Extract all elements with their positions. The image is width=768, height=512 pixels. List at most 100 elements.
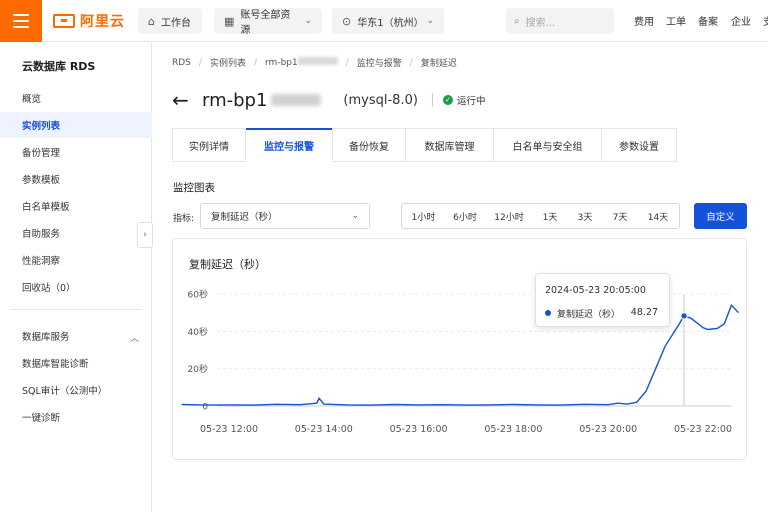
breadcrumb-monitoring[interactable]: 监控与报警 — [357, 56, 402, 69]
location-icon: ⊙ — [342, 14, 352, 28]
back-arrow-icon[interactable]: ← — [172, 88, 192, 112]
tab-parameters[interactable]: 参数设置 — [602, 128, 677, 162]
range-12h[interactable]: 12小时 — [485, 204, 533, 228]
time-range-group: 1小时 6小时 12小时 1天 3天 7天 14天 — [401, 203, 680, 229]
breadcrumb-instances[interactable]: 实例列表 — [210, 56, 246, 69]
nav-filing[interactable]: 备案 — [698, 13, 718, 28]
chevron-right-icon: › — [143, 230, 147, 240]
breadcrumb: RDS / 实例列表 / rm-bp1 / 监控与报警 / 复制延迟 — [172, 56, 457, 69]
menu-icon[interactable] — [0, 0, 42, 42]
breadcrumb-separator: / — [345, 57, 349, 68]
sidebar-item-one-click-diagnosis[interactable]: 一键诊断 — [0, 404, 152, 430]
divider — [431, 93, 433, 107]
tab-database-management[interactable]: 数据库管理 — [406, 128, 494, 162]
aliyun-logo[interactable]: 阿里云 — [53, 10, 125, 32]
chart-tooltip: 2024-05-23 20:05:00 复制延迟（秒） 48.27 — [535, 273, 670, 327]
breadcrumb-instance[interactable]: rm-bp1 — [265, 57, 338, 68]
range-1h[interactable]: 1小时 — [402, 204, 445, 228]
sidebar-item-performance[interactable]: 性能洞察 — [0, 247, 152, 273]
top-bar: 阿里云 ⌂ 工作台 ▦ 账号全部资源 ⌄ ⊙ 华东1（杭州） ⌄ ⌕ 搜索...… — [0, 0, 768, 42]
sidebar-item-param-templates[interactable]: 参数模板 — [0, 166, 152, 192]
instance-name: rm-bp1 — [202, 89, 322, 111]
nav-tickets[interactable]: 工单 — [666, 13, 686, 28]
breadcrumb-separator: / — [409, 57, 413, 68]
sidebar-item-recycle-bin[interactable]: 回收站（0） — [0, 274, 152, 300]
breadcrumb-rds[interactable]: RDS — [172, 58, 191, 68]
region-label: 华东1（杭州） — [357, 17, 424, 29]
breadcrumb-separator: / — [253, 57, 258, 68]
y-tick-label: 0 — [202, 403, 208, 413]
tooltip-value: 48.27 — [630, 307, 658, 318]
nav-support[interactable]: 支 — [763, 13, 768, 28]
section-title: 监控图表 — [173, 182, 215, 194]
sidebar-item-overview[interactable]: 概览 — [0, 85, 152, 111]
instance-tabs: 实例详情 监控与报警 备份恢复 数据库管理 白名单与安全组 参数设置 — [172, 128, 677, 162]
search-input[interactable]: ⌕ 搜索... — [506, 8, 614, 34]
hover-data-point — [680, 312, 688, 320]
x-tick-label: 05-23 20:00 — [579, 424, 637, 435]
instance-version: (mysql-8.0) — [343, 92, 418, 108]
x-tick-label: 05-23 22:00 — [674, 424, 732, 435]
redacted-mask — [271, 94, 322, 106]
status-text: 运行中 — [456, 96, 486, 107]
range-3d[interactable]: 3天 — [567, 204, 603, 228]
breadcrumb-replication-lag: 复制延迟 — [420, 59, 457, 69]
check-circle-icon: ✓ — [442, 95, 453, 105]
range-6h[interactable]: 6小时 — [445, 204, 485, 228]
tooltip-series-name: 复制延迟（秒） — [557, 310, 621, 320]
range-14d[interactable]: 14天 — [637, 204, 679, 228]
x-tick-label: 05-23 18:00 — [484, 424, 542, 435]
custom-range-button[interactable]: 自定义 — [694, 203, 747, 229]
metric-label: 指标: — [173, 214, 195, 224]
y-tick-label: 60秒 — [188, 289, 208, 301]
y-tick-label: 40秒 — [188, 326, 208, 338]
replication-lag-chart[interactable]: 0 20秒 40秒 60秒 05-23 12:00 05-23 14:00 05-23 1… — [172, 238, 747, 460]
x-tick-label: 05-23 16:00 — [390, 424, 448, 435]
series-marker-icon — [545, 310, 551, 316]
search-placeholder: 搜索... — [525, 17, 556, 29]
range-1d[interactable]: 1天 — [533, 204, 567, 228]
x-tick-label: 05-23 12:00 — [200, 424, 258, 435]
sidebar-item-backup[interactable]: 备份管理 — [0, 139, 152, 165]
chevron-down-icon: ⌄ — [426, 16, 434, 26]
chevron-down-icon: ⌄ — [351, 211, 359, 221]
sidebar-collapse-button[interactable]: › — [137, 222, 153, 248]
breadcrumb-separator: / — [198, 57, 202, 68]
region-select[interactable]: ⊙ 华东1（杭州） ⌄ — [332, 8, 444, 34]
grid-icon: ▦ — [224, 14, 235, 28]
redacted-mask — [297, 57, 338, 65]
sidebar-item-smart-diagnosis[interactable]: 数据库智能诊断 — [0, 350, 152, 376]
sidebar-item-instances[interactable]: 实例列表 — [0, 112, 152, 138]
x-tick-label: 05-23 14:00 — [295, 424, 353, 435]
search-icon: ⌕ — [514, 15, 520, 27]
sidebar-item-self-service[interactable]: 自助服务 — [0, 220, 152, 246]
tab-whitelist-security[interactable]: 白名单与安全组 — [494, 128, 602, 162]
nav-fees[interactable]: 费用 — [634, 13, 654, 28]
sidebar-title: 云数据库 RDS — [22, 60, 96, 73]
logo-text: 阿里云 — [80, 14, 125, 30]
sidebar: 云数据库 RDS 概览 实例列表 备份管理 参数模板 白名单模板 自助服务 性能… — [0, 42, 152, 512]
instance-name-text: rm-bp1 — [202, 89, 268, 111]
sidebar-divider — [10, 309, 142, 310]
workbench-button[interactable]: ⌂ 工作台 — [138, 8, 202, 34]
account-scope-select[interactable]: ▦ 账号全部资源 ⌄ — [214, 8, 322, 36]
status-badge: ✓ 运行中 — [442, 93, 486, 107]
tab-backup-restore[interactable]: 备份恢复 — [333, 128, 406, 162]
home-icon: ⌂ — [148, 14, 155, 28]
metric-select-value: 复制延迟（秒） — [211, 212, 278, 223]
tab-monitoring[interactable]: 监控与报警 — [246, 128, 333, 162]
instance-header: ← rm-bp1 (mysql-8.0) ✓ 运行中 — [172, 86, 485, 114]
aliyun-logo-icon — [53, 14, 75, 28]
account-scope-label: 账号全部资源 — [240, 10, 291, 36]
chevron-up-icon[interactable]: ︿ — [130, 331, 139, 344]
nav-enterprise[interactable]: 企业 — [731, 13, 751, 28]
y-tick-label: 20秒 — [188, 363, 208, 375]
chevron-down-icon: ⌄ — [304, 16, 312, 26]
sidebar-item-whitelist-templates[interactable]: 白名单模板 — [0, 193, 152, 219]
breadcrumb-instance-label: rm-bp1 — [265, 58, 298, 68]
workbench-label: 工作台 — [160, 17, 191, 29]
tab-instance-details[interactable]: 实例详情 — [172, 128, 246, 162]
sidebar-item-sql-audit[interactable]: SQL审计（公测中） — [0, 377, 152, 403]
metric-select[interactable]: 复制延迟（秒） ⌄ — [200, 203, 370, 229]
range-7d[interactable]: 7天 — [603, 204, 637, 228]
